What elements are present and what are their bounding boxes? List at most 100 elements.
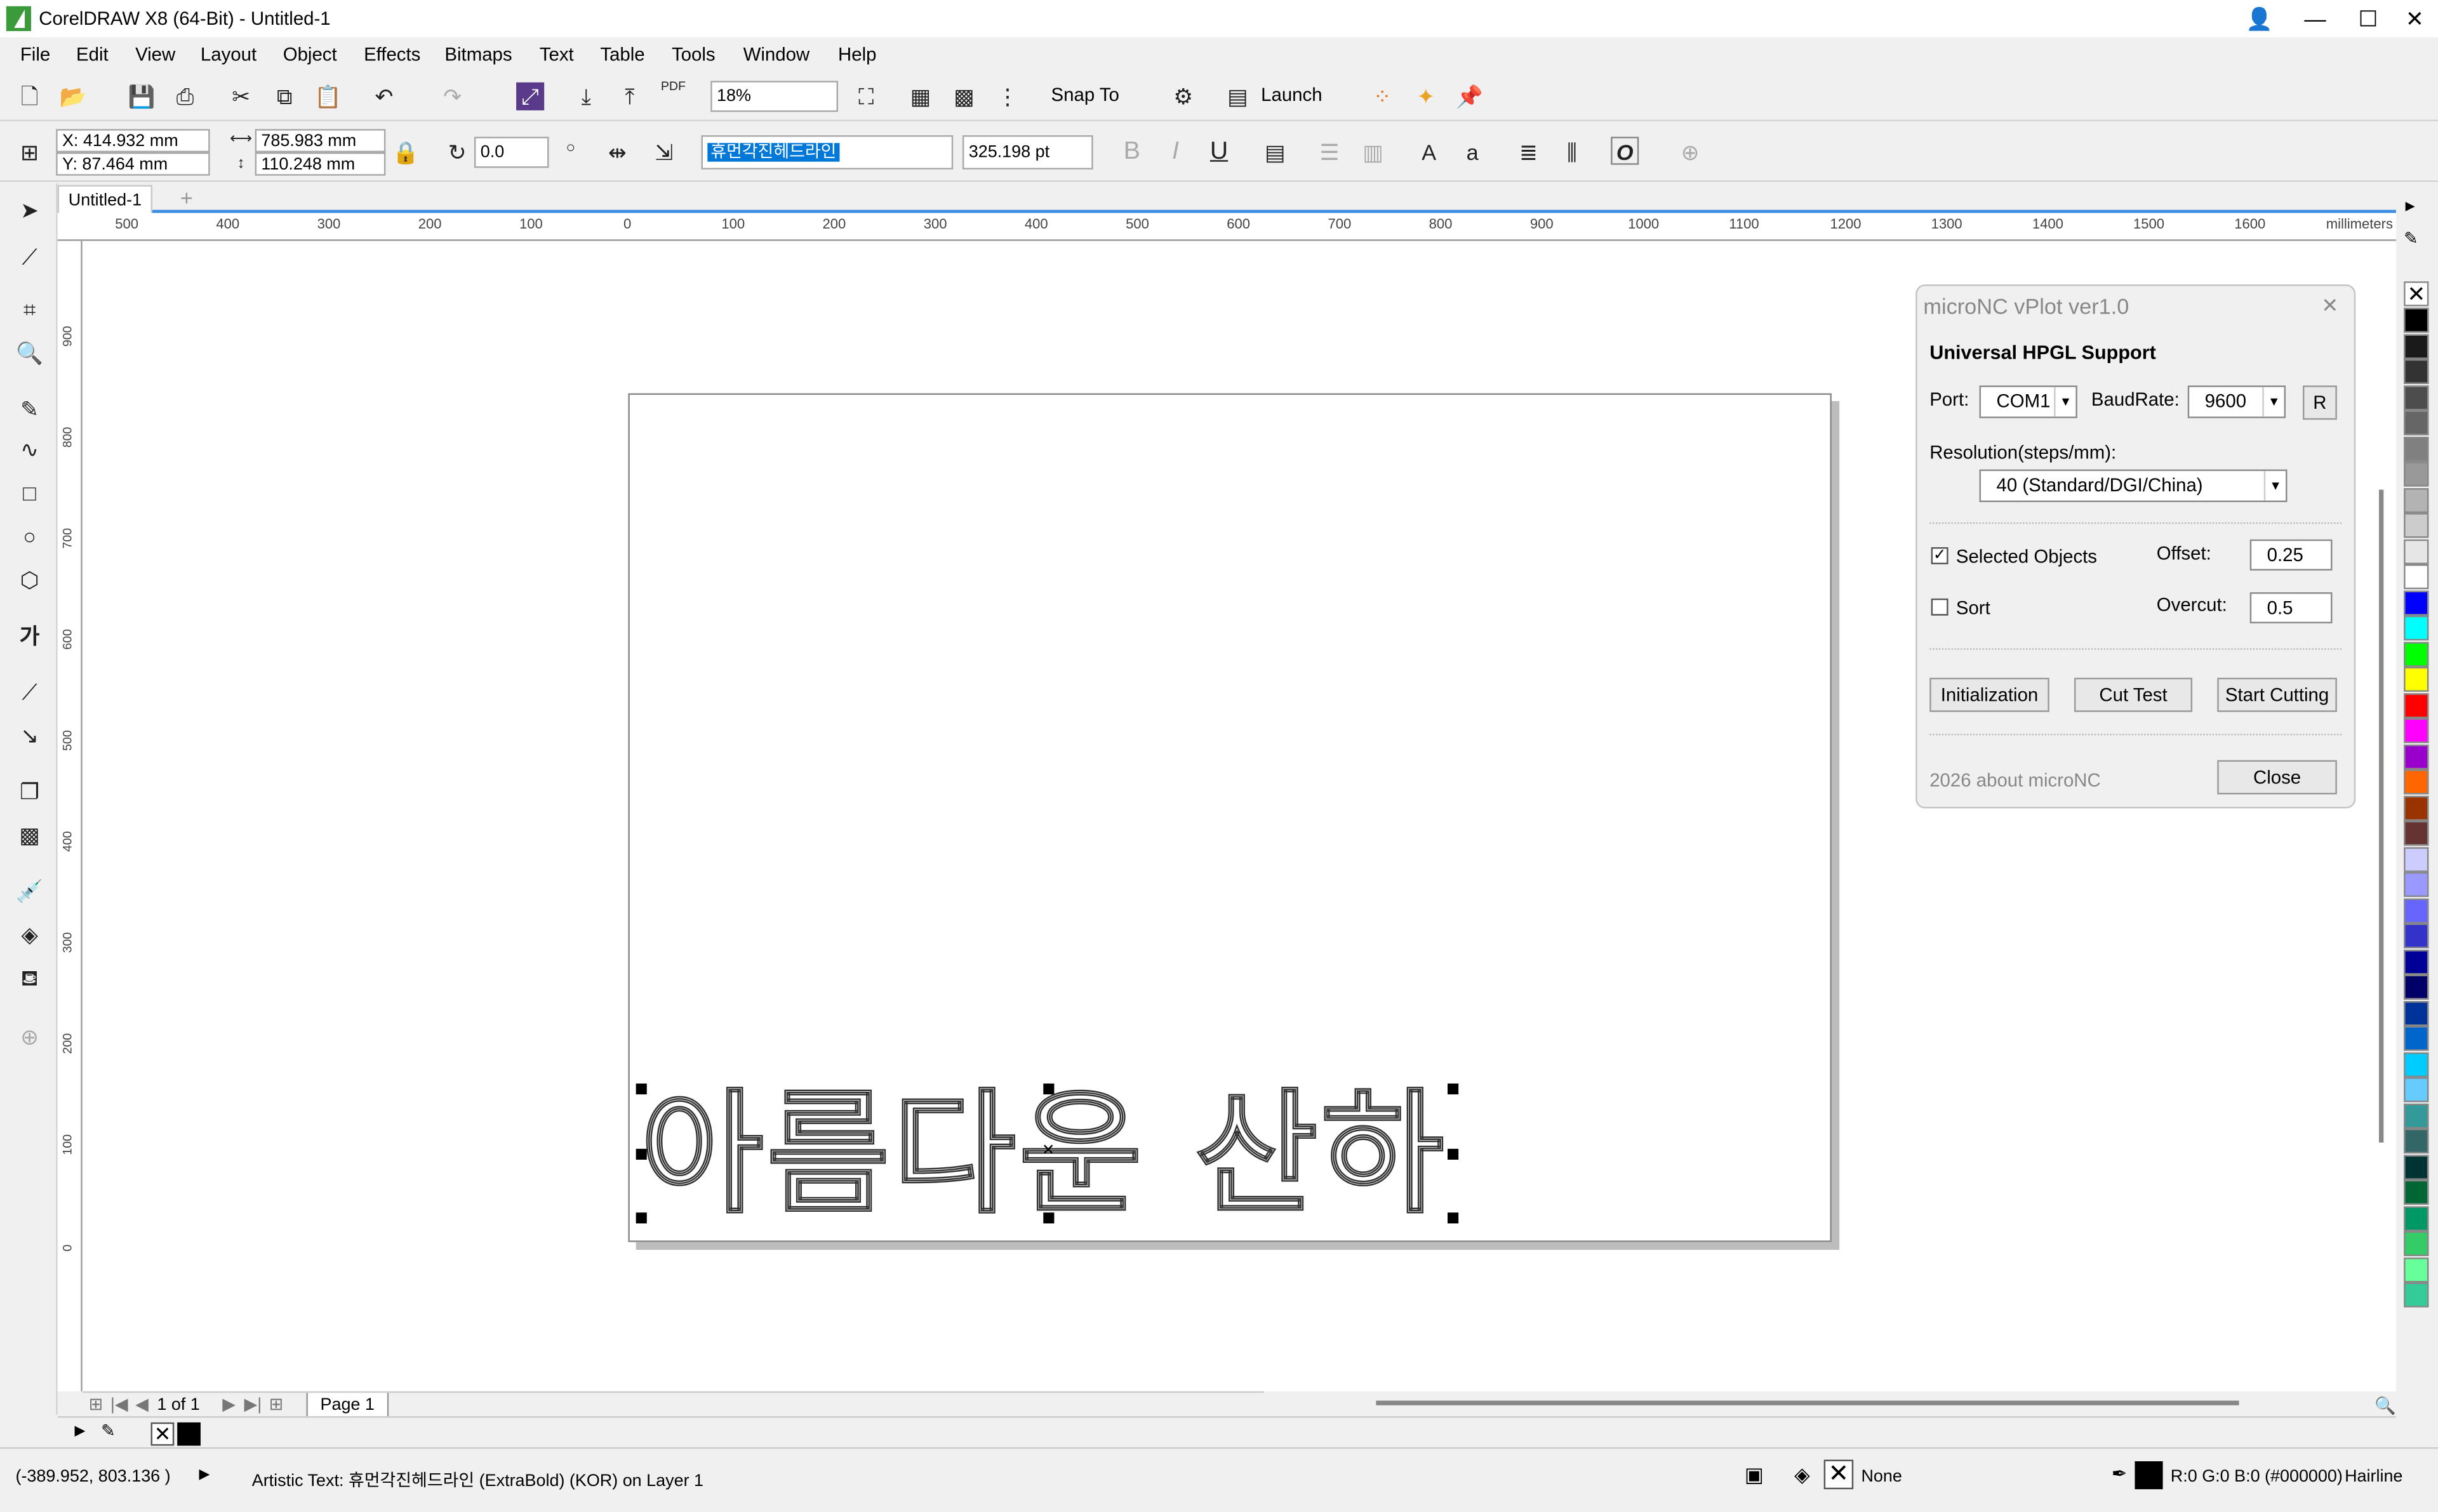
color-swatch[interactable] bbox=[2404, 949, 2429, 974]
print-icon[interactable]: ⎙ bbox=[171, 83, 199, 110]
refresh-ports-button[interactable]: R bbox=[2302, 385, 2337, 420]
connector-tool-icon[interactable]: ↘ bbox=[15, 721, 43, 749]
color-swatch[interactable] bbox=[2404, 898, 2429, 923]
color-swatch[interactable] bbox=[2404, 795, 2429, 820]
eyedropper-icon[interactable]: ✎ bbox=[101, 1421, 116, 1441]
menu-effects[interactable]: Effects bbox=[364, 37, 420, 72]
black-swatch[interactable] bbox=[177, 1422, 201, 1446]
start-cutting-button[interactable]: Start Cutting bbox=[2217, 677, 2337, 712]
drop-cap-icon[interactable]: ▥ bbox=[1359, 138, 1387, 166]
color-swatch[interactable] bbox=[2404, 590, 2429, 615]
zoom-level-field[interactable]: 18% bbox=[710, 81, 839, 112]
text-to-path-icon[interactable]: ⇲ bbox=[650, 138, 678, 166]
add-property-icon[interactable]: ⊕ bbox=[1676, 138, 1704, 166]
status-expand-icon[interactable]: ▶ bbox=[199, 1466, 210, 1483]
rectangle-tool-icon[interactable]: □ bbox=[15, 479, 43, 507]
color-swatch[interactable] bbox=[2404, 1077, 2429, 1103]
first-page-icon[interactable]: |◀ bbox=[110, 1393, 128, 1417]
shape-tool-icon[interactable]: ⟋ bbox=[15, 242, 43, 270]
previous-page-icon[interactable]: ◀ bbox=[135, 1393, 149, 1417]
mirror-horizontal-icon[interactable]: ⇹ bbox=[603, 138, 631, 166]
color-swatch[interactable] bbox=[2404, 1179, 2429, 1205]
menu-bitmaps[interactable]: Bitmaps bbox=[444, 37, 512, 72]
tab-untitled-1[interactable]: Untitled-1 bbox=[57, 185, 153, 213]
color-swatch[interactable] bbox=[2404, 769, 2429, 795]
palette-expand-icon[interactable]: ▶ bbox=[75, 1422, 86, 1440]
drop-shadow-icon[interactable]: ❐ bbox=[15, 778, 43, 806]
menu-layout[interactable]: Layout bbox=[201, 37, 256, 72]
zoom-tool-icon[interactable]: 🔍 bbox=[15, 339, 43, 367]
menu-window[interactable]: Window bbox=[743, 37, 810, 72]
color-swatch[interactable] bbox=[2404, 538, 2429, 564]
close-button[interactable]: ✕ bbox=[2388, 0, 2438, 37]
color-proof-icon[interactable]: ▣ bbox=[1745, 1463, 1764, 1488]
color-swatch[interactable] bbox=[2404, 718, 2429, 743]
add-page-end-icon[interactable]: ⊞ bbox=[269, 1393, 284, 1417]
offset-input[interactable]: 0.25 bbox=[2249, 539, 2333, 571]
open-type-icon[interactable]: O bbox=[1611, 136, 1639, 165]
text-properties-icon[interactable]: A bbox=[1415, 138, 1443, 166]
show-rulers-icon[interactable]: ▦ bbox=[907, 83, 935, 110]
cut-test-button[interactable]: Cut Test bbox=[2074, 677, 2193, 712]
x-position-field[interactable]: X: 414.932 mm bbox=[56, 129, 210, 153]
selection-handle[interactable] bbox=[1448, 1148, 1459, 1160]
color-swatch[interactable] bbox=[2404, 333, 2429, 359]
overcut-input[interactable]: 0.5 bbox=[2249, 592, 2333, 624]
eyedropper-icon[interactable]: 💉 bbox=[15, 877, 43, 905]
color-swatch[interactable] bbox=[2404, 693, 2429, 718]
launch-dropdown[interactable]: Launch bbox=[1261, 84, 1322, 105]
color-swatch[interactable] bbox=[2404, 1154, 2429, 1179]
bullet-list-icon[interactable]: ☰ bbox=[1316, 138, 1343, 166]
menu-table[interactable]: Table bbox=[600, 37, 644, 72]
color-swatch[interactable] bbox=[2404, 1103, 2429, 1128]
color-swatch[interactable] bbox=[2404, 385, 2429, 410]
rotation-angle-field[interactable]: 0.0 bbox=[474, 136, 549, 168]
baudrate-select[interactable]: 9600 ▼ bbox=[2187, 385, 2286, 418]
selection-handle[interactable] bbox=[1448, 1212, 1459, 1224]
account-icon[interactable]: 👤 bbox=[2245, 4, 2273, 32]
color-swatch[interactable] bbox=[2404, 846, 2429, 872]
color-swatch[interactable] bbox=[2404, 923, 2429, 948]
menu-help[interactable]: Help bbox=[838, 37, 876, 72]
fill-none-swatch[interactable]: ✕ bbox=[1823, 1459, 1854, 1490]
interactive-fill-icon[interactable]: ◈ bbox=[15, 920, 43, 948]
menu-view[interactable]: View bbox=[135, 37, 175, 72]
last-page-icon[interactable]: ▶| bbox=[244, 1393, 262, 1417]
show-grid-icon[interactable]: ▩ bbox=[950, 83, 978, 110]
about-link[interactable]: 2026 about microNC bbox=[1929, 769, 2101, 791]
next-page-icon[interactable]: ▶ bbox=[222, 1393, 236, 1417]
plotter-pin-icon[interactable]: 📌 bbox=[1455, 83, 1483, 110]
color-swatch[interactable] bbox=[2404, 1128, 2429, 1154]
minimize-button[interactable]: — bbox=[2289, 0, 2341, 37]
selected-objects-checkbox[interactable]: ✓ bbox=[1931, 547, 1948, 564]
color-swatch[interactable] bbox=[2404, 1051, 2429, 1077]
undo-icon[interactable]: ↶ bbox=[370, 83, 398, 110]
initialization-button[interactable]: Initialization bbox=[1929, 677, 2049, 712]
pick-tool-icon[interactable]: ➤ bbox=[15, 196, 43, 224]
vertical-scrollbar[interactable] bbox=[2378, 489, 2384, 1143]
launch-icon[interactable]: ▤ bbox=[1223, 83, 1251, 110]
no-fill-swatch[interactable]: ✕ bbox=[150, 1422, 175, 1446]
new-document-icon[interactable]: 🗋 bbox=[15, 83, 43, 110]
selection-handle[interactable] bbox=[1448, 1083, 1459, 1095]
y-position-field[interactable]: Y: 87.464 mm bbox=[56, 152, 210, 176]
add-tool-icon[interactable]: ⊕ bbox=[15, 1023, 43, 1051]
cut-icon[interactable]: ✂ bbox=[227, 83, 255, 110]
color-swatch[interactable] bbox=[2404, 487, 2429, 512]
selection-handle[interactable] bbox=[1043, 1083, 1055, 1095]
close-docker-button[interactable]: Close bbox=[2217, 760, 2337, 795]
palette-scroll-up-icon[interactable]: ▶ bbox=[2406, 199, 2415, 213]
crop-tool-icon[interactable]: ⌗ bbox=[15, 295, 43, 323]
font-family-field[interactable]: 휴먼각진헤드라인 bbox=[701, 135, 954, 169]
color-swatch[interactable] bbox=[2404, 435, 2429, 461]
color-swatch[interactable] bbox=[2404, 872, 2429, 898]
publish-pdf-icon[interactable]: PDF bbox=[659, 79, 687, 107]
color-swatch[interactable] bbox=[2404, 1257, 2429, 1282]
color-swatch[interactable] bbox=[2404, 1026, 2429, 1051]
dimension-tool-icon[interactable]: ⟋ bbox=[15, 678, 43, 706]
menu-edit[interactable]: Edit bbox=[76, 37, 109, 72]
height-field[interactable]: 110.248 mm bbox=[255, 152, 386, 176]
import-icon[interactable]: ⤓ bbox=[572, 83, 600, 110]
color-swatch[interactable] bbox=[2404, 410, 2429, 435]
resolution-select[interactable]: 40 (Standard/DGI/China) ▼ bbox=[1979, 469, 2288, 503]
